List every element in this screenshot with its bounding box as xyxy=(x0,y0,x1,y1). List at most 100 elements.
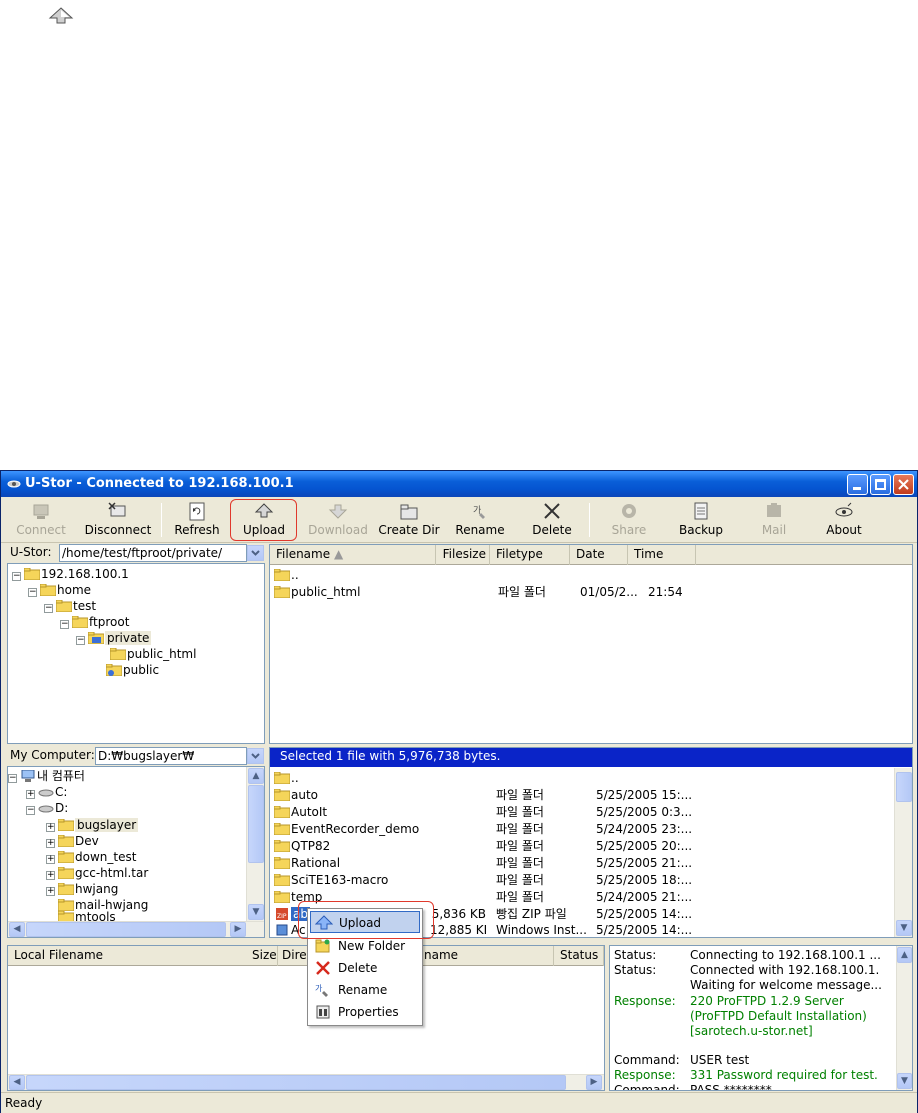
folder-icon xyxy=(274,789,290,801)
list-item[interactable]: QTP82 파일 폴더 5/25/2005 20:... xyxy=(270,838,890,855)
selection-banner: Selected 1 file with 5,976,738 bytes. xyxy=(270,748,912,767)
list-item[interactable]: AutoIt 파일 폴더 5/25/2005 0:3... xyxy=(270,804,890,821)
column-header-size[interactable]: Size xyxy=(246,946,277,966)
folder-icon xyxy=(110,648,126,660)
rename-button[interactable]: 가 Rename xyxy=(451,499,509,541)
upload-highlight xyxy=(230,499,297,541)
tree-item-mtools[interactable]: mtools xyxy=(58,911,116,921)
delete-button[interactable]: Delete xyxy=(525,499,579,541)
list-item[interactable]: EventRecorder_demo 파일 폴더 5/24/2005 23:..… xyxy=(270,821,890,838)
tree-item-my-computer[interactable]: − 내 컴퓨터 xyxy=(8,768,85,784)
list-item[interactable]: .. xyxy=(270,770,890,787)
scroll-thumb[interactable] xyxy=(26,1075,566,1090)
menu-item-rename[interactable]: 가 Rename xyxy=(310,979,420,1001)
queue-hscrollbar[interactable]: ◀ ▶ xyxy=(8,1074,604,1090)
scroll-down-button[interactable]: ▼ xyxy=(897,1073,912,1089)
tree-item-down-test[interactable]: + down_test xyxy=(46,849,136,865)
tree-item-private[interactable]: − private xyxy=(76,630,152,646)
tree-item-ftproot[interactable]: − ftproot xyxy=(60,614,129,630)
menu-item-properties[interactable]: Properties xyxy=(310,1001,420,1023)
message-log[interactable]: Status: Connecting to 192.168.100.1 ... … xyxy=(609,945,913,1091)
local-path-input[interactable]: D:₩bugslayer₩ xyxy=(95,747,247,765)
close-button[interactable] xyxy=(893,474,914,495)
local-path-bar: My Computer: D:₩bugslayer₩ xyxy=(7,747,265,765)
tree-item-drive-d[interactable]: − D: xyxy=(26,800,68,816)
scroll-thumb[interactable] xyxy=(248,785,264,863)
tree-item-gcc-html[interactable]: + gcc-html.tar xyxy=(46,865,148,881)
list-item[interactable]: Rational 파일 폴더 5/25/2005 21:... xyxy=(270,855,890,872)
log-vscrollbar[interactable]: ▲ ▼ xyxy=(896,946,912,1090)
connect-button[interactable]: Connect xyxy=(13,499,69,541)
disconnect-button[interactable]: Disconnect xyxy=(81,499,155,541)
about-button[interactable]: About xyxy=(817,499,871,541)
scroll-left-button[interactable]: ◀ xyxy=(9,922,25,937)
title-bar[interactable]: U-Stor - Connected to 192.168.100.1 xyxy=(1,471,917,497)
column-header-remote-filename[interactable]: name xyxy=(418,946,554,966)
mail-button[interactable]: Mail xyxy=(747,499,801,541)
column-header-time[interactable]: Time xyxy=(628,545,696,565)
rename-icon: 가 xyxy=(473,505,485,519)
column-header-filename[interactable]: Filename ▲ xyxy=(270,545,436,565)
backup-button[interactable]: Backup xyxy=(673,499,729,541)
scroll-thumb[interactable] xyxy=(26,922,226,937)
scroll-right-button[interactable]: ▶ xyxy=(586,1075,602,1090)
tree-item-test[interactable]: − test xyxy=(44,598,96,614)
toolbar-separator xyxy=(161,503,162,537)
local-tree[interactable]: − 내 컴퓨터 + C: − D: + bugslayer + Dev + down_tes… xyxy=(7,766,265,938)
column-header-filesize[interactable]: Filesize xyxy=(436,545,490,565)
refresh-icon xyxy=(189,502,205,521)
scroll-left-button[interactable]: ◀ xyxy=(9,1075,25,1090)
scroll-right-button[interactable]: ▶ xyxy=(230,922,246,937)
tree-item-hwjang[interactable]: + hwjang xyxy=(46,881,118,897)
remote-path-input[interactable]: /home/test/ftproot/private/ xyxy=(59,544,247,562)
folder-icon xyxy=(400,504,418,520)
list-item[interactable]: public_html 파일 폴더 01/05/2... 21:54 xyxy=(270,584,912,601)
minimize-button[interactable] xyxy=(847,474,868,495)
scroll-down-button[interactable]: ▼ xyxy=(896,920,912,936)
remote-tree[interactable]: −192.168.100.1 − home − test − ftproot − pri… xyxy=(7,563,265,744)
delete-icon xyxy=(544,503,560,519)
remote-file-list[interactable]: Filename ▲ Filesize Filetype Date Time .… xyxy=(269,544,913,744)
column-header-status[interactable]: Status xyxy=(554,946,604,966)
column-header-local-filename[interactable]: Local Filename xyxy=(8,946,278,966)
local-file-vscrollbar[interactable]: ▼ xyxy=(894,768,912,937)
folder-icon xyxy=(72,616,88,628)
folder-icon xyxy=(58,883,74,895)
list-item[interactable]: auto 파일 폴더 5/25/2005 15:... xyxy=(270,787,890,804)
list-item[interactable]: SciTE163-macro 파일 폴더 5/25/2005 18:... xyxy=(270,872,890,889)
local-tree-vscrollbar[interactable]: ▲ ▼ xyxy=(246,767,264,921)
close-icon xyxy=(898,479,909,490)
shared-folder-icon xyxy=(106,664,122,676)
maximize-button[interactable] xyxy=(870,474,891,495)
svg-text:ZIP: ZIP xyxy=(277,913,287,920)
tree-item-dev[interactable]: + Dev xyxy=(46,833,99,849)
tree-item-host[interactable]: −192.168.100.1 xyxy=(12,566,129,582)
create-dir-button[interactable]: Create Dir xyxy=(377,499,441,541)
scroll-down-button[interactable]: ▼ xyxy=(248,904,264,920)
new-folder-icon xyxy=(315,939,330,953)
remote-path-dropdown[interactable] xyxy=(247,545,264,561)
tree-item-drive-c[interactable]: + C: xyxy=(26,784,67,800)
scroll-up-button[interactable]: ▲ xyxy=(897,947,912,963)
upload-icon xyxy=(48,7,74,24)
drive-icon xyxy=(38,805,54,813)
tree-item-public-html[interactable]: public_html xyxy=(110,646,196,662)
tree-item-home[interactable]: − home xyxy=(28,582,91,598)
toolbar-separator xyxy=(589,503,590,537)
refresh-button[interactable]: Refresh xyxy=(169,499,225,541)
scroll-up-button[interactable]: ▲ xyxy=(248,768,264,784)
download-button[interactable]: Download xyxy=(307,499,369,541)
share-button[interactable]: Share xyxy=(601,499,657,541)
local-tree-hscrollbar[interactable]: ◀ ▶ xyxy=(8,921,264,937)
column-header-filetype[interactable]: Filetype xyxy=(490,545,570,565)
transfer-queue[interactable]: Local Filename Size Dire name Status ◀ ▶ xyxy=(7,945,605,1091)
drive-icon xyxy=(38,789,54,797)
local-path-dropdown[interactable] xyxy=(247,748,264,764)
column-header-date[interactable]: Date xyxy=(570,545,628,565)
tree-item-public[interactable]: public xyxy=(106,662,159,678)
tree-item-bugslayer[interactable]: + bugslayer xyxy=(46,817,139,833)
scroll-thumb[interactable] xyxy=(896,772,912,802)
toolbar: Connect Disconnect Refresh Upload Downlo… xyxy=(1,497,917,543)
menu-item-delete[interactable]: Delete xyxy=(310,957,420,979)
list-item[interactable]: .. xyxy=(270,567,912,584)
